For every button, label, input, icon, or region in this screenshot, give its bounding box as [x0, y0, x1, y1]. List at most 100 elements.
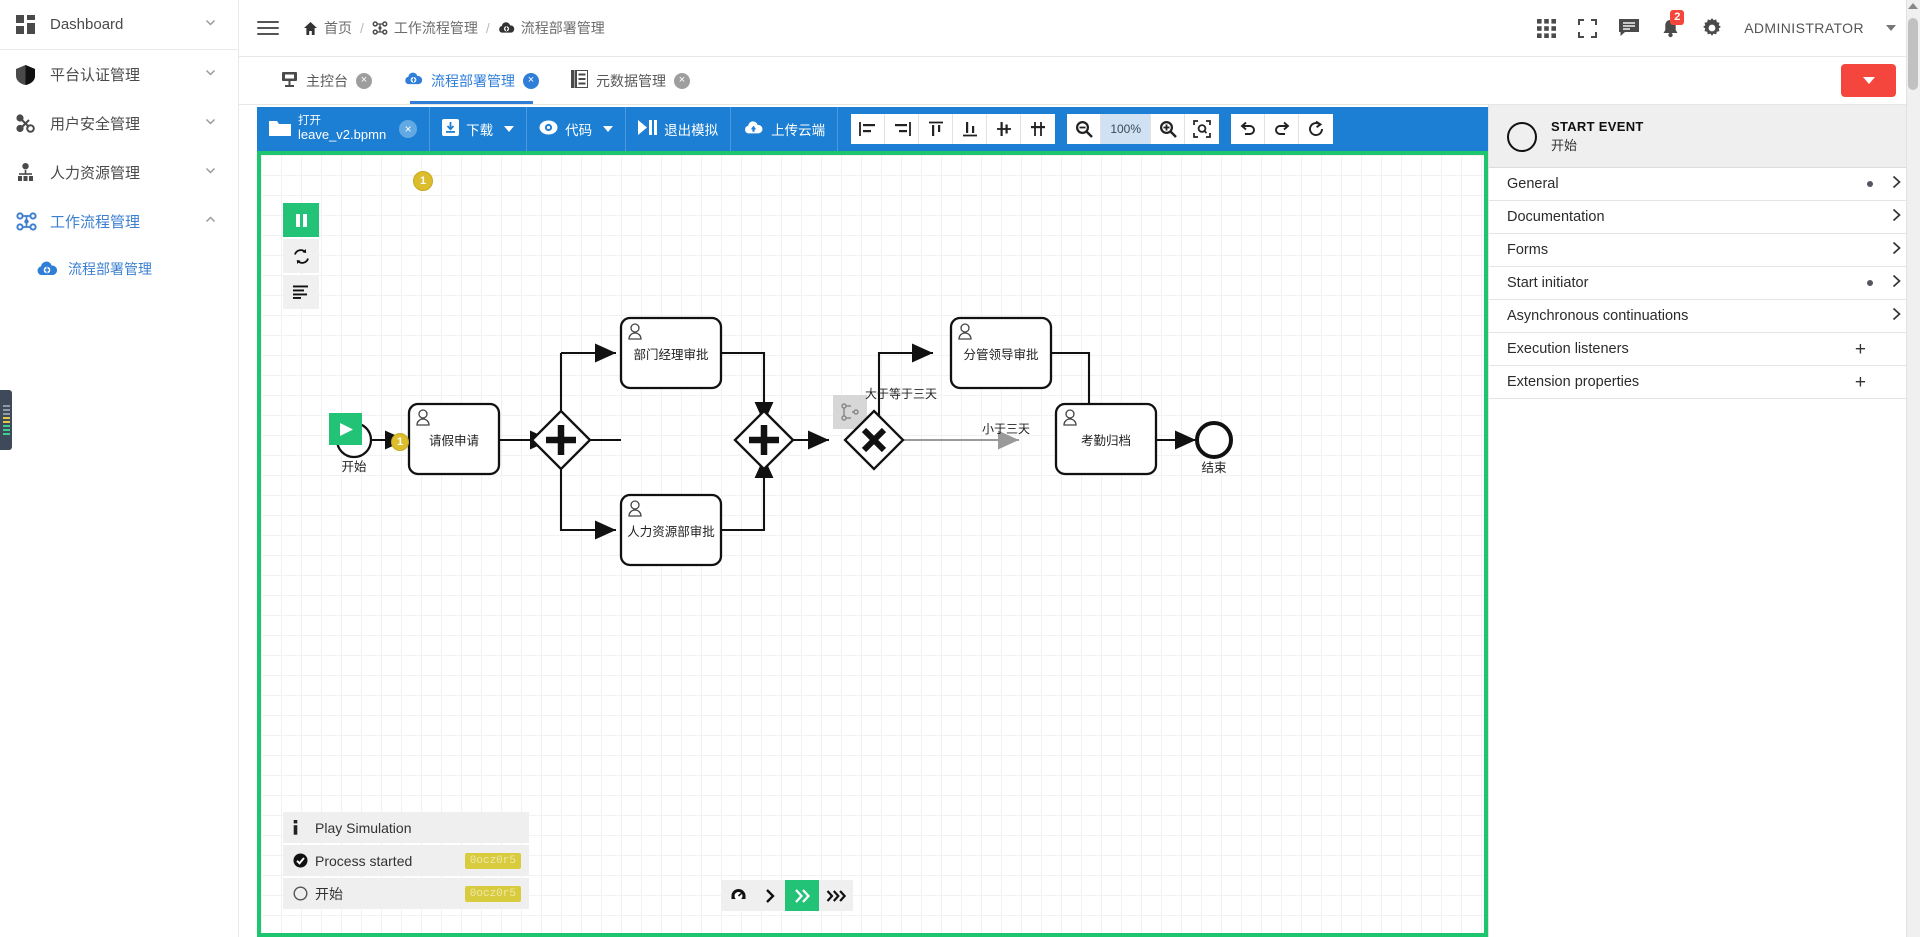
chevron-down-icon — [1862, 77, 1875, 84]
simulation-log-title-label: Play Simulation — [315, 819, 412, 836]
breadcrumb-item-home[interactable]: 首页 — [324, 18, 352, 38]
simulation-log-entry[interactable]: Process started 0ocz0r5 — [283, 845, 529, 876]
property-group-forms[interactable]: Forms — [1489, 234, 1920, 267]
breadcrumb-separator: / — [360, 20, 364, 36]
eye-icon — [539, 120, 558, 138]
sidebar-item-user-security[interactable]: 用户安全管理 — [0, 99, 238, 148]
simulation-token-badge: 0ocz0r5 — [464, 885, 521, 902]
console-icon — [281, 71, 298, 91]
property-group-start-initiator[interactable]: Start initiator — [1489, 267, 1920, 300]
code-label: 代码 — [565, 123, 593, 138]
zoom-in-icon[interactable] — [1151, 114, 1186, 144]
fullscreen-icon[interactable] — [1578, 18, 1598, 38]
hr-icon — [16, 163, 46, 182]
chevron-down-icon — [204, 16, 220, 33]
chevron-down-icon[interactable] — [603, 126, 614, 132]
property-group-label: Asynchronous continuations — [1507, 308, 1689, 324]
align-right-icon[interactable] — [885, 114, 920, 144]
scroll-thumb[interactable] — [1908, 18, 1918, 90]
handle-bar — [2, 409, 10, 411]
token-badge[interactable]: 1 — [391, 433, 409, 451]
breadcrumb-item-deploy[interactable]: 流程部署管理 — [521, 18, 605, 38]
play-button[interactable] — [785, 880, 819, 911]
bpmn-canvas[interactable]: 开始 请假申请 部门经理审批 人力资源部审批 大于等于三天 小于三天 分管领导审… — [257, 151, 1488, 937]
apps-grid-icon[interactable] — [1537, 18, 1557, 38]
sidebar-item-label: 平台认证管理 — [50, 67, 141, 84]
property-group-async-continuations[interactable]: Asynchronous continuations — [1489, 300, 1920, 333]
zoom-out-icon[interactable] — [1067, 114, 1102, 144]
user-menu[interactable]: ADMINISTRATOR — [1744, 20, 1864, 36]
hamburger-icon[interactable] — [257, 21, 279, 35]
sidebar-item-platform-auth[interactable]: 平台认证管理 — [0, 50, 238, 99]
message-icon[interactable] — [1619, 19, 1640, 37]
exit-simulation-button[interactable]: 退出模拟 — [626, 107, 730, 151]
canvas-outer: 开始 请假申请 部门经理审批 人力资源部审批 大于等于三天 小于三天 分管领导审… — [257, 151, 1488, 937]
tab-bar: 主控台 × 流程部署管理 × 元数据管理 × — [239, 57, 1920, 105]
close-icon[interactable]: × — [523, 72, 539, 89]
sidebar-item-deploy-management[interactable]: 流程部署管理 — [0, 246, 238, 292]
upload-cloud-button[interactable]: 上传云端 — [731, 107, 837, 151]
dashboard-icon — [16, 15, 46, 34]
svg-text:部门经理审批: 部门经理审批 — [633, 347, 708, 362]
close-icon[interactable]: × — [674, 72, 690, 89]
tab-actions-dropdown[interactable] — [1841, 64, 1896, 97]
reset-icon[interactable] — [1299, 114, 1334, 144]
fast-forward-button[interactable] — [819, 880, 853, 911]
step-button[interactable] — [755, 880, 785, 911]
align-center-icon[interactable] — [1021, 114, 1056, 144]
folder-icon — [269, 119, 291, 140]
plus-icon[interactable]: + — [1855, 340, 1866, 359]
status-dot — [1867, 280, 1873, 286]
open-file-button[interactable]: 打开 leave_v2.bpmn × — [257, 107, 429, 151]
code-button[interactable]: 代码 — [527, 107, 625, 151]
notification-bell-icon[interactable]: 2 — [1661, 9, 1685, 38]
download-button[interactable]: 下载 — [430, 107, 526, 151]
chevron-down-icon — [204, 66, 220, 83]
toolbar-group-code: 代码 — [527, 107, 627, 151]
bpmn-task: 请假申请 — [407, 402, 501, 476]
chevron-down-icon[interactable] — [504, 126, 515, 132]
zoom-fit-icon[interactable] — [1185, 114, 1220, 144]
sidebar: Dashboard 平台认证管理 用户安全管理 人力资源管理 工作流程管理 流程… — [0, 0, 239, 937]
sidebar-item-hr[interactable]: 人力资源管理 — [0, 148, 238, 197]
tab-label: 流程部署管理 — [431, 72, 515, 89]
zoom-level-display[interactable]: 100% — [1101, 114, 1152, 144]
close-icon[interactable]: × — [356, 72, 372, 89]
handle-bar — [2, 413, 10, 415]
token-badge[interactable]: 1 — [413, 171, 433, 191]
undo-icon[interactable] — [1231, 114, 1266, 144]
settings-gear-icon[interactable] — [1702, 18, 1722, 38]
simulation-log-entry[interactable]: 开始 0ocz0r5 — [283, 878, 529, 909]
chevron-up-icon — [204, 213, 220, 230]
property-group-extension-properties[interactable]: Extension properties + — [1489, 366, 1920, 399]
tab-metadata-management[interactable]: 元数据管理 × — [555, 57, 706, 104]
redo-icon[interactable] — [1265, 114, 1300, 144]
tab-console[interactable]: 主控台 × — [265, 57, 388, 104]
plus-icon[interactable]: + — [1855, 373, 1866, 392]
tab-deploy-management[interactable]: 流程部署管理 × — [388, 57, 555, 104]
handle-bar — [2, 405, 10, 407]
sidebar-item-dashboard[interactable]: Dashboard — [0, 0, 238, 49]
chevron-down-icon[interactable] — [1886, 25, 1896, 31]
clear-file-icon[interactable]: × — [399, 120, 418, 138]
svg-text:请假申请: 请假申请 — [429, 434, 479, 448]
bpmn-task: 人力资源部审批 — [619, 493, 723, 567]
property-group-label: General — [1507, 176, 1559, 192]
property-group-documentation[interactable]: Documentation — [1489, 201, 1920, 234]
page-scrollbar[interactable] — [1906, 0, 1920, 937]
breadcrumb-item-workflow[interactable]: 工作流程管理 — [394, 18, 478, 38]
workflow-icon — [16, 212, 46, 231]
align-middle-icon[interactable] — [987, 114, 1022, 144]
property-group-general[interactable]: General — [1489, 168, 1920, 201]
property-group-execution-listeners[interactable]: Execution listeners + — [1489, 333, 1920, 366]
align-top-icon[interactable] — [919, 114, 954, 144]
speed-button[interactable] — [721, 880, 755, 911]
align-left-icon[interactable] — [851, 114, 886, 144]
sidebar-item-label: 人力资源管理 — [50, 165, 141, 182]
properties-panel: START EVENT 开始 General Documentation For… — [1488, 105, 1920, 937]
sidebar-item-workflow[interactable]: 工作流程管理 — [0, 197, 238, 246]
align-bottom-icon[interactable] — [953, 114, 988, 144]
scroll-up-arrow-icon[interactable] — [1908, 3, 1918, 9]
sidebar-resize-handle[interactable] — [0, 390, 12, 450]
status-dot — [1867, 181, 1873, 187]
